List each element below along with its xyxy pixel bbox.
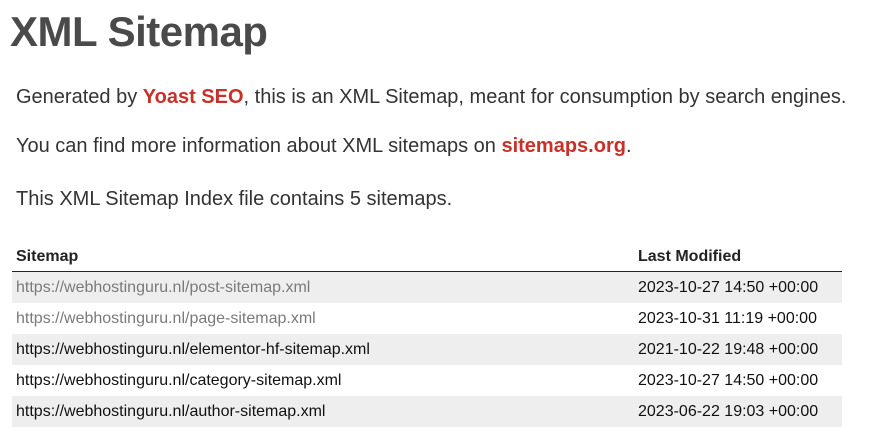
page-title: XML Sitemap	[10, 8, 268, 55]
column-header-sitemap: Sitemap	[12, 243, 634, 272]
sitemap-url-cell: https://webhostinguru.nl/author-sitemap.…	[12, 396, 634, 427]
generator-note: Generated by Yoast SEO, this is an XML S…	[16, 84, 846, 110]
last-modified-cell: 2023-10-31 11:19 +00:00	[638, 309, 817, 327]
generator-note-suffix: , this is an XML Sitemap, meant for cons…	[243, 86, 847, 108]
sitemap-link[interactable]: https://webhostinguru.nl/author-sitemap.…	[16, 403, 325, 420]
sitemaps-info-suffix: .	[625, 135, 632, 157]
table-row: https://webhostinguru.nl/post-sitemap.xm…	[12, 271, 842, 303]
sitemap-count-summary: This XML Sitemap Index file contains 5 s…	[16, 188, 453, 210]
last-modified-cell: 2021-10-22 19:48 +00:00	[634, 334, 842, 365]
table-row: https://webhostinguru.nl/author-sitemap.…	[12, 396, 842, 427]
table-row: https://webhostinguru.nl/elementor-hf-si…	[12, 334, 842, 365]
sitemap-table: Sitemap Last Modified https://webhosting…	[12, 243, 842, 427]
sitemap-link[interactable]: https://webhostinguru.nl/post-sitemap.xm…	[16, 279, 310, 296]
last-modified-cell: 2023-06-22 19:03 +00:00	[634, 396, 842, 427]
sitemap-link[interactable]: https://webhostinguru.nl/category-sitema…	[16, 372, 341, 389]
last-modified-cell: 2023-10-27 14:50 +00:00	[634, 271, 842, 303]
sitemaps-info: You can find more information about XML …	[16, 133, 632, 159]
sitemap-link[interactable]: https://webhostinguru.nl/elementor-hf-si…	[16, 341, 370, 358]
column-header-last-modified: Last Modified	[634, 243, 842, 272]
table-row: https://webhostinguru.nl/page-sitemap.xm…	[12, 303, 842, 334]
sitemap-table-header-row: Sitemap Last Modified	[12, 243, 842, 272]
sitemap-url-cell: https://webhostinguru.nl/category-sitema…	[12, 365, 634, 396]
sitemaps-info-prefix: You can find more information about XML …	[16, 135, 502, 157]
sitemap-link[interactable]: https://webhostinguru.nl/page-sitemap.xm…	[16, 310, 316, 327]
generator-note-prefix: Generated by	[16, 86, 143, 108]
yoast-seo-link[interactable]: Yoast SEO	[143, 86, 244, 108]
last-modified-cell: 2023-10-27 14:50 +00:00	[638, 371, 819, 389]
sitemaps-org-link[interactable]: sitemaps.org	[501, 135, 625, 157]
sitemap-url-cell: https://webhostinguru.nl/post-sitemap.xm…	[12, 271, 634, 303]
sitemap-url-cell: https://webhostinguru.nl/page-sitemap.xm…	[12, 303, 634, 334]
sitemap-url-cell: https://webhostinguru.nl/elementor-hf-si…	[12, 334, 634, 365]
table-row: https://webhostinguru.nl/category-sitema…	[12, 365, 842, 396]
